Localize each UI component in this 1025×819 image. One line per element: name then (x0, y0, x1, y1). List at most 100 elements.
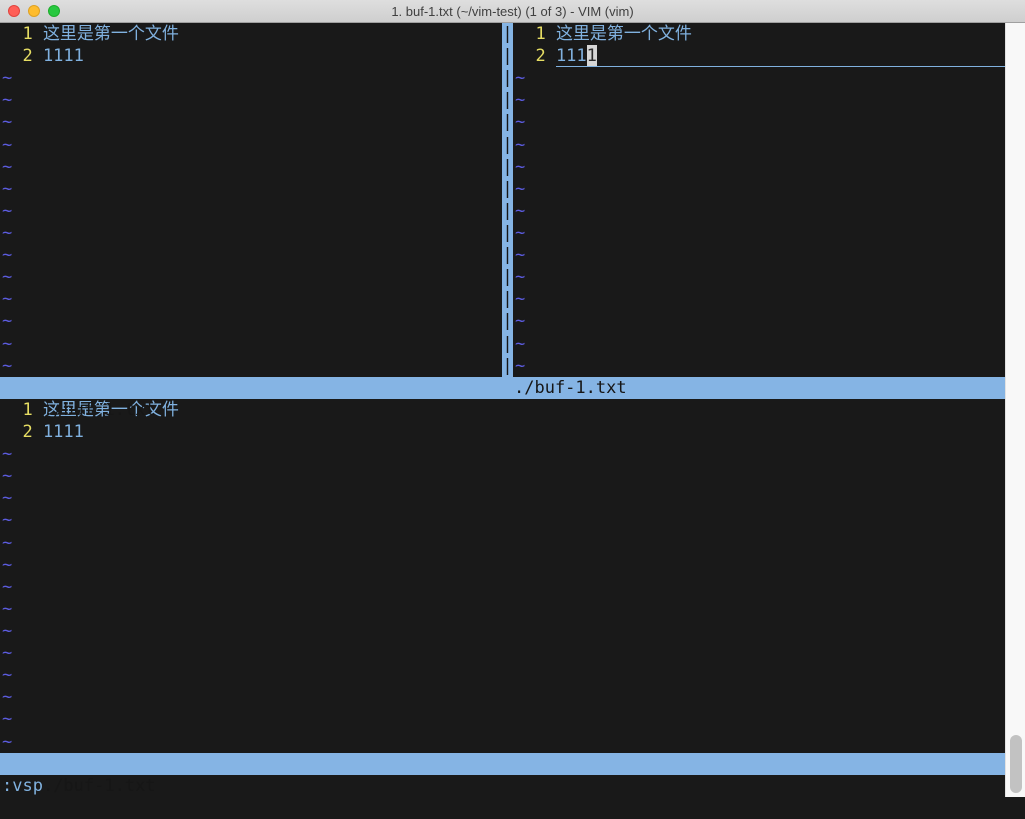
tilde-marker: ~ (2, 355, 12, 377)
empty-line: ~ (0, 266, 502, 288)
tilde-marker: ~ (2, 111, 12, 133)
line-number: 1 (515, 23, 546, 45)
tilde-marker: ~ (515, 222, 525, 244)
line-text: 1111 (43, 45, 84, 67)
statusline-top[interactable]: ./buf-1.txt ./buf-1.txt (0, 377, 1005, 399)
tilde-marker: ~ (515, 288, 525, 310)
tilde-marker: ~ (2, 598, 12, 620)
tilde-marker: ~ (515, 67, 525, 89)
tilde-marker: ~ (2, 244, 12, 266)
tilde-marker: ~ (2, 708, 12, 730)
empty-line: ~ (0, 465, 1005, 487)
empty-line: ~ (0, 443, 1005, 465)
line-text: 这里是第一个文件 (43, 23, 179, 45)
line-number: 2 (515, 45, 546, 67)
empty-line: ~ (0, 598, 1005, 620)
empty-line: ~ (513, 288, 1005, 310)
buffer-line[interactable]: 1 这里是第一个文件 (0, 23, 502, 45)
separator-glyph: | (502, 156, 513, 178)
empty-line: ~ (0, 509, 1005, 531)
empty-line: ~ (0, 200, 502, 222)
separator-glyph: | (502, 67, 513, 89)
tilde-marker: ~ (2, 333, 12, 355)
tilde-marker: ~ (2, 200, 12, 222)
tilde-marker: ~ (515, 355, 525, 377)
scrollbar-thumb[interactable] (1010, 735, 1022, 793)
line-text: 这里是第一个文件 (556, 23, 692, 45)
statusline-filename-left: ./buf-1.txt (41, 400, 156, 420)
empty-line: ~ (0, 620, 1005, 642)
tilde-marker: ~ (515, 200, 525, 222)
empty-line: ~ (513, 355, 1005, 377)
separator-glyph: | (502, 45, 513, 67)
separator-glyph: | (502, 111, 513, 133)
window-title: 1. buf-1.txt (~/vim-test) (1 of 3) - VIM… (0, 0, 1025, 23)
buffer-line[interactable]: 2 1111 (0, 45, 502, 67)
vim-window-bottom[interactable]: 1这里是第一个文件21111~~~~~~~~~~~~~~ (0, 399, 1005, 753)
line-number: 2 (2, 45, 33, 67)
vertical-split-separator[interactable]: |||||||||||||||| (502, 23, 513, 377)
empty-line: ~ (0, 576, 1005, 598)
buffer-line[interactable]: 1 这里是第一个文件 (513, 23, 1005, 45)
separator-glyph: | (502, 134, 513, 156)
tilde-marker: ~ (2, 134, 12, 156)
line-text: 1111 (556, 45, 1005, 67)
titlebar: 1. buf-1.txt (~/vim-test) (1 of 3) - VIM… (0, 0, 1025, 23)
empty-line: ~ (0, 333, 502, 355)
separator-glyph: | (502, 23, 513, 45)
tilde-marker: ~ (515, 333, 525, 355)
empty-line: ~ (513, 89, 1005, 111)
separator-glyph: | (502, 266, 513, 288)
tilde-marker: ~ (2, 731, 12, 753)
empty-line: ~ (0, 355, 502, 377)
tilde-marker: ~ (2, 89, 12, 111)
statusline-filename-right: ./buf-1.txt (514, 377, 627, 399)
vim-terminal[interactable]: 1这里是第一个文件21111~~~~~~~~~~~~~~ |||||||||||… (0, 23, 1005, 797)
empty-line: ~ (0, 642, 1005, 664)
tilde-marker: ~ (515, 244, 525, 266)
separator-glyph: | (502, 310, 513, 332)
empty-line: ~ (0, 554, 1005, 576)
tilde-marker: ~ (2, 532, 12, 554)
vim-window-top-left[interactable]: 1这里是第一个文件21111~~~~~~~~~~~~~~ (0, 23, 502, 377)
empty-line: ~ (0, 731, 1005, 753)
empty-line: ~ (0, 134, 502, 156)
tilde-marker: ~ (515, 266, 525, 288)
tilde-marker: ~ (515, 178, 525, 200)
empty-line: ~ (0, 708, 1005, 730)
tilde-marker: ~ (515, 310, 525, 332)
tilde-marker: ~ (2, 156, 12, 178)
empty-line: ~ (0, 487, 1005, 509)
tilde-marker: ~ (2, 178, 12, 200)
empty-line: ~ (0, 156, 502, 178)
empty-line: ~ (0, 288, 502, 310)
tilde-marker: ~ (2, 576, 12, 598)
line-text: 这里是第一个文件 (556, 23, 692, 45)
tilde-marker: ~ (2, 310, 12, 332)
separator-glyph: | (502, 244, 513, 266)
empty-line: ~ (0, 178, 502, 200)
empty-line: ~ (0, 664, 1005, 686)
buffer-line[interactable]: 2 1111 (513, 45, 1005, 67)
separator-glyph: | (502, 200, 513, 222)
empty-line: ~ (513, 333, 1005, 355)
line-number: 1 (2, 23, 33, 45)
empty-line: ~ (513, 200, 1005, 222)
scrollbar-track[interactable] (1005, 23, 1025, 797)
statusline-bottom[interactable]: ./buf-1.txt (0, 753, 1005, 775)
tilde-marker: ~ (2, 554, 12, 576)
tilde-marker: ~ (2, 222, 12, 244)
tilde-marker: ~ (2, 288, 12, 310)
line-text: 1111 (43, 421, 84, 443)
buffer-line[interactable]: 21111 (0, 421, 1005, 443)
empty-line: ~ (0, 67, 502, 89)
vim-window-top-right[interactable]: 1这里是第一个文件21111~~~~~~~~~~~~~~ (513, 23, 1005, 377)
separator-glyph: | (502, 89, 513, 111)
tilde-marker: ~ (2, 487, 12, 509)
separator-glyph: | (502, 355, 513, 377)
empty-line: ~ (513, 156, 1005, 178)
tilde-marker: ~ (2, 620, 12, 642)
empty-line: ~ (513, 266, 1005, 288)
empty-line: ~ (0, 89, 502, 111)
empty-line: ~ (513, 222, 1005, 244)
